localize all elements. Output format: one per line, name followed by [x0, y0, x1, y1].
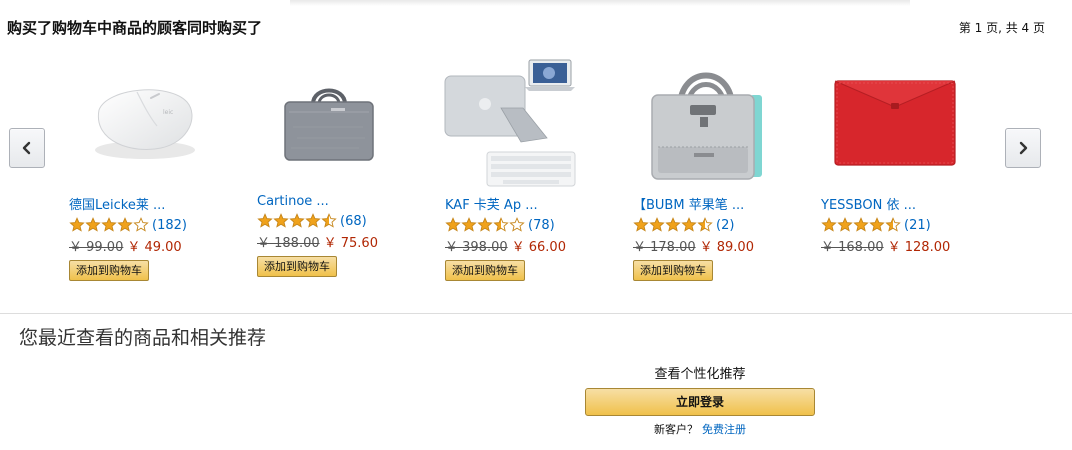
- product-title-link[interactable]: YESSBON 依 ...: [821, 194, 986, 213]
- product-card: KAF 卡芙 Ap ... (78) ￥ 398.00 ￥ 66.00 添加到购物…: [443, 58, 610, 281]
- star-full-icon: [289, 213, 305, 228]
- star-full-icon: [101, 217, 117, 232]
- star-full-icon: [85, 217, 101, 232]
- star-empty-icon: [509, 217, 525, 232]
- signup-link[interactable]: 免费注册: [702, 423, 746, 436]
- sale-price: ￥ 66.00: [511, 240, 566, 255]
- felt-handbag-image: [651, 72, 762, 180]
- carousel-title: 购买了购物车中商品的顾客同时购买了: [7, 19, 263, 37]
- product-image[interactable]: [255, 58, 405, 186]
- product-title-link[interactable]: 德国Leicke莱 ...: [69, 194, 234, 213]
- recent-section-title: 您最近查看的商品和相关推荐: [19, 327, 267, 349]
- product-card: YESSBON 依 ... (21) ￥ 168.00 ￥ 128.00: [821, 58, 986, 255]
- star-full-icon: [305, 213, 321, 228]
- new-customer-label: 新客户？: [654, 423, 698, 436]
- star-rating[interactable]: [257, 213, 337, 229]
- star-half-icon: [697, 217, 713, 232]
- add-to-cart-button[interactable]: 添加到购物车: [69, 260, 149, 281]
- list-price: ￥ 168.00: [821, 240, 884, 255]
- rating-count-link[interactable]: (68): [340, 214, 367, 229]
- rating-count-link[interactable]: (2): [716, 218, 734, 233]
- carousel-prev-button[interactable]: [9, 128, 45, 168]
- star-rating[interactable]: [69, 217, 149, 233]
- star-full-icon: [117, 217, 133, 232]
- star-full-icon: [681, 217, 697, 232]
- product-image[interactable]: leic: [67, 58, 217, 186]
- star-half-icon: [321, 213, 337, 228]
- star-full-icon: [837, 217, 853, 232]
- product-card: 【BUBM 苹果笔 ... (2) ￥ 178.00 ￥ 89.00 添加到购物车: [633, 58, 798, 281]
- product-title-link[interactable]: KAF 卡芙 Ap ...: [445, 194, 610, 213]
- product-card: Cartinoe ... (68) ￥ 188.00 ￥ 75.60 添加到购物车: [257, 58, 422, 277]
- star-full-icon: [445, 217, 461, 232]
- list-price: ￥ 398.00: [445, 240, 508, 255]
- signin-heading: 查看个性化推荐: [654, 367, 746, 382]
- product-title-link[interactable]: Cartinoe ...: [257, 194, 422, 209]
- star-empty-icon: [133, 217, 149, 232]
- list-price: ￥ 178.00: [633, 240, 696, 255]
- section-divider: [0, 313, 1072, 314]
- star-full-icon: [69, 217, 85, 232]
- star-full-icon: [649, 217, 665, 232]
- laptop-sleeve-image: [834, 80, 956, 166]
- list-price: ￥ 188.00: [257, 236, 320, 251]
- sale-price: ￥ 89.00: [699, 240, 754, 255]
- rating-count-link[interactable]: (21): [904, 218, 931, 233]
- signup-line: 新客户？ 免费注册: [585, 421, 815, 437]
- chevron-left-icon: [22, 141, 31, 155]
- rating-count-link[interactable]: (182): [152, 218, 187, 233]
- star-rating[interactable]: [633, 217, 713, 233]
- star-rating[interactable]: [821, 217, 901, 233]
- star-rating[interactable]: [445, 217, 525, 233]
- star-half-icon: [885, 217, 901, 232]
- star-full-icon: [665, 217, 681, 232]
- star-full-icon: [477, 217, 493, 232]
- chevron-right-icon: [1019, 141, 1028, 155]
- signin-button[interactable]: 立即登录: [585, 388, 815, 416]
- product-card: leic 德国Leicke莱 ... (182) ￥ 99.00 ￥ 49.00 …: [69, 58, 234, 281]
- add-to-cart-button[interactable]: 添加到购物车: [633, 260, 713, 281]
- star-full-icon: [461, 217, 477, 232]
- laptop-bag-image: [284, 88, 374, 161]
- star-full-icon: [257, 213, 273, 228]
- star-full-icon: [869, 217, 885, 232]
- signin-panel: 查看个性化推荐 立即登录 新客户？ 免费注册: [585, 363, 815, 437]
- svg-text:leic: leic: [163, 109, 173, 116]
- add-to-cart-button[interactable]: 添加到购物车: [257, 256, 337, 277]
- mouse-image: leic: [95, 89, 195, 159]
- rating-count-link[interactable]: (78): [528, 218, 555, 233]
- star-full-icon: [821, 217, 837, 232]
- list-price: ￥ 99.00: [69, 240, 124, 255]
- sale-price: ￥ 128.00: [887, 240, 951, 255]
- top-shadow: [290, 0, 910, 6]
- page-indicator: 第 1 页, 共 4 页: [958, 21, 1045, 35]
- star-full-icon: [633, 217, 649, 232]
- carousel-next-button[interactable]: [1005, 128, 1041, 168]
- product-title-link[interactable]: 【BUBM 苹果笔 ...: [633, 194, 798, 213]
- star-full-icon: [853, 217, 869, 232]
- product-image[interactable]: [631, 58, 781, 186]
- product-image[interactable]: [443, 58, 578, 188]
- star-half-icon: [493, 217, 509, 232]
- sale-price: ￥ 49.00: [127, 240, 182, 255]
- sale-price: ￥ 75.60: [323, 236, 378, 251]
- star-full-icon: [273, 213, 289, 228]
- product-image[interactable]: [819, 58, 969, 186]
- laptop-case-image: [444, 59, 576, 187]
- add-to-cart-button[interactable]: 添加到购物车: [445, 260, 525, 281]
